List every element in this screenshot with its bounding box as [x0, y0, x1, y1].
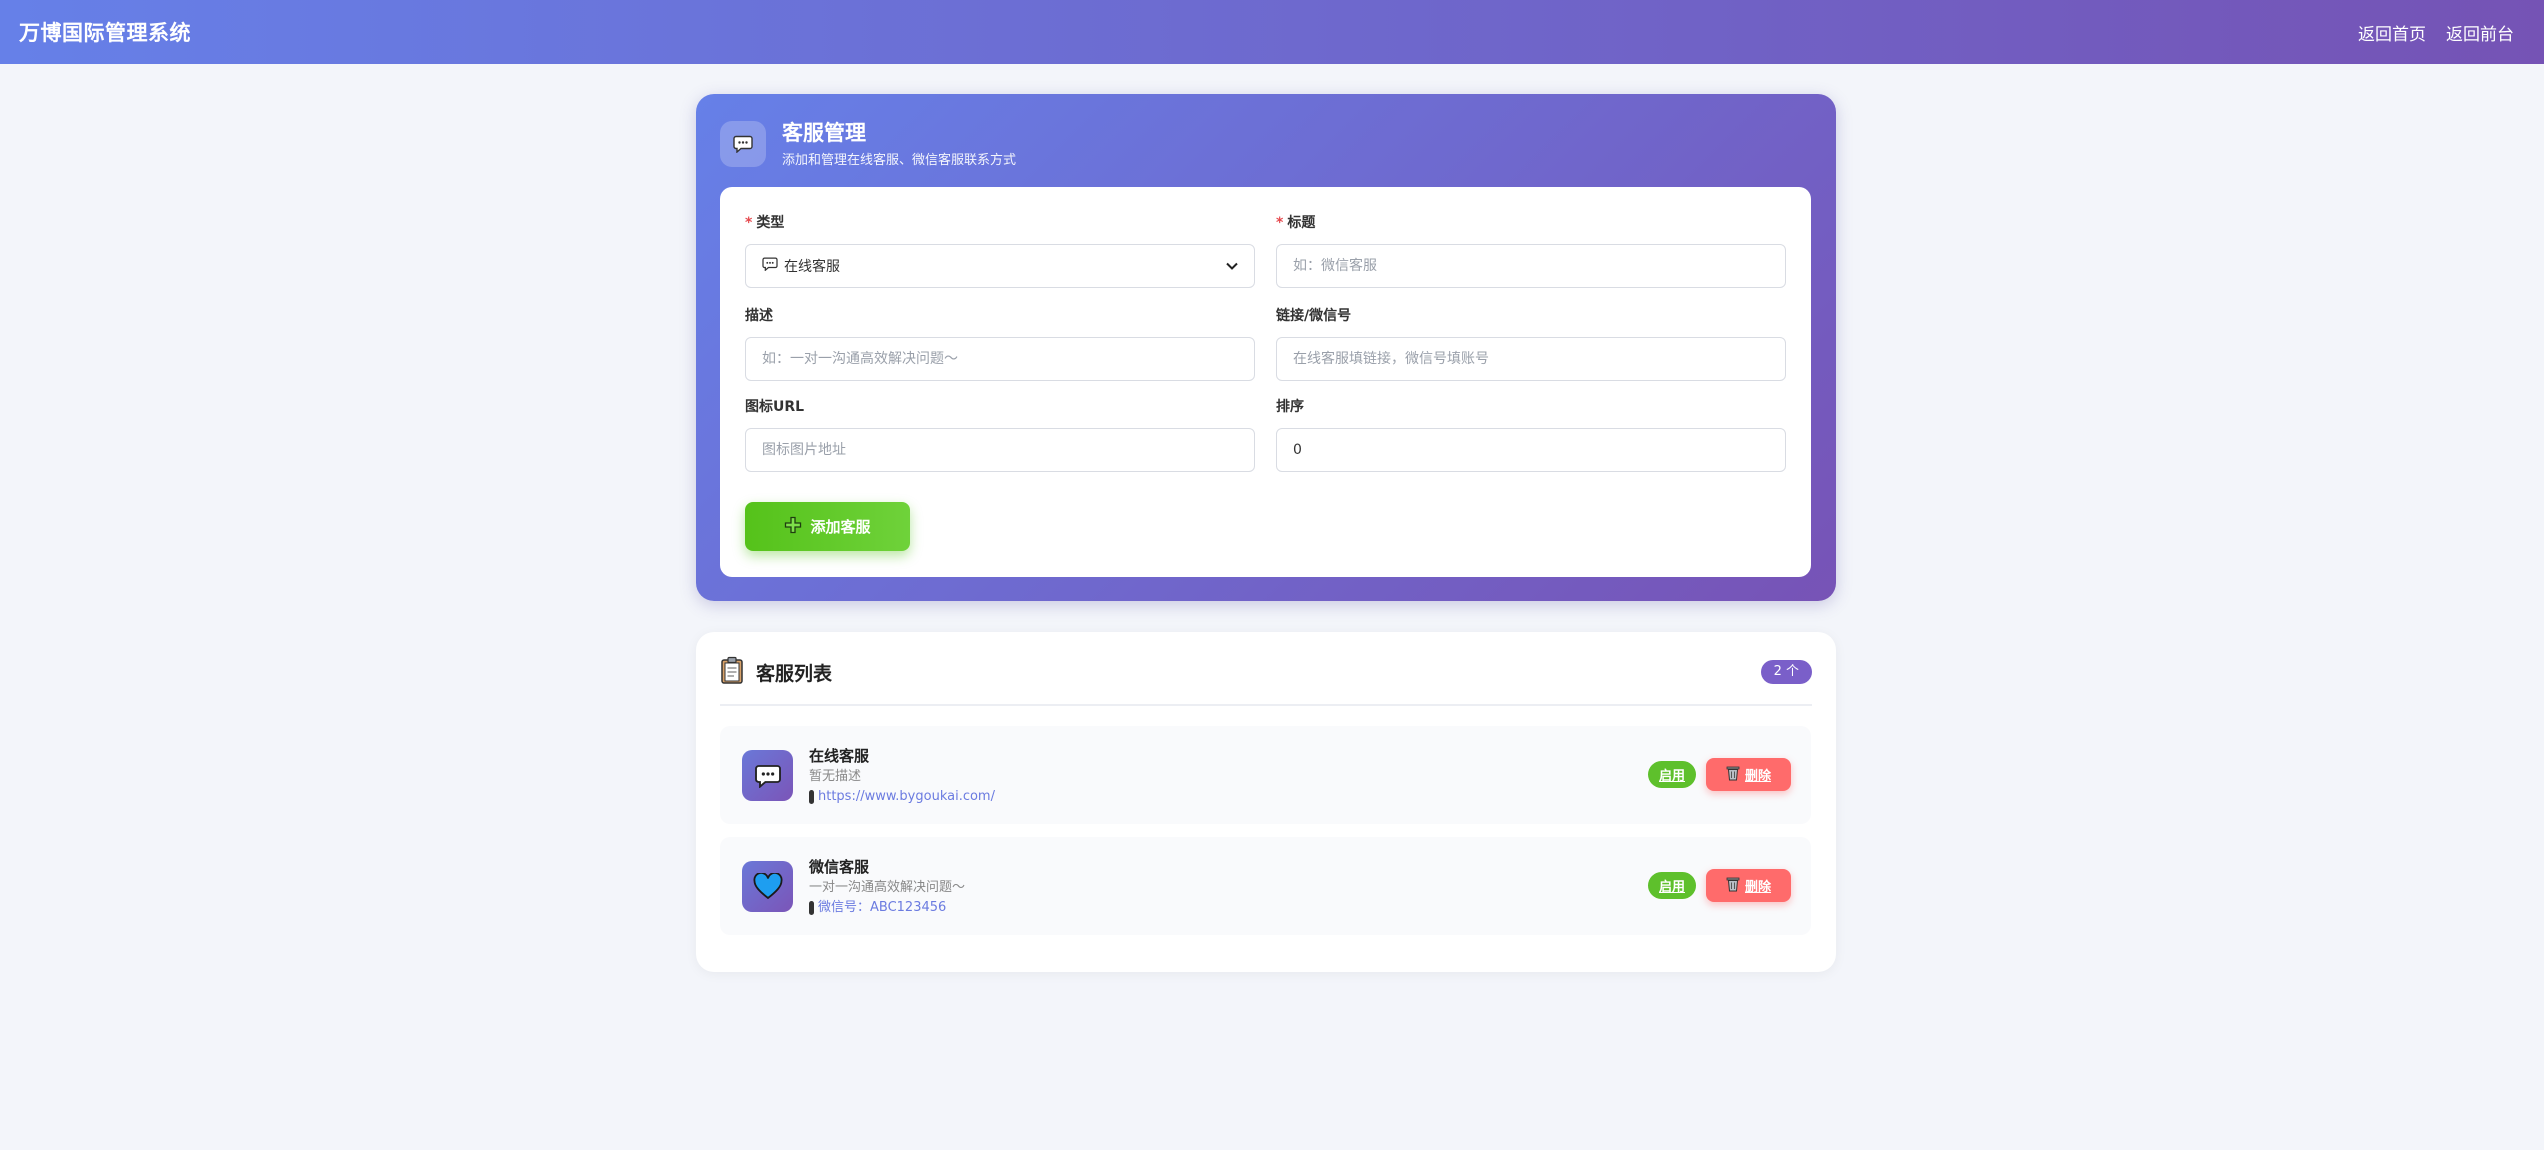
panel-title: 客服管理	[782, 121, 866, 145]
top-nav: 返回首页 返回前台	[2358, 20, 2514, 45]
form-card: * 类型 在线客服 * 标题 如：微信客服 描述 如：一对一沟通高效解决问题～ …	[720, 187, 1811, 577]
description-field: 描述	[745, 307, 1255, 381]
item-link[interactable]: 微信号：ABC123456	[809, 900, 965, 916]
speech-bubble-icon	[720, 120, 766, 167]
delete-button[interactable]: 删除	[1706, 869, 1791, 902]
type-label: 类型	[756, 215, 785, 231]
item-title: 微信客服	[809, 858, 870, 876]
icon-url-field: 图标URL	[745, 398, 1255, 472]
panel-header: 客服管理 添加和管理在线客服、微信客服联系方式	[720, 119, 1016, 168]
type-select[interactable]: 在线客服	[745, 244, 1255, 288]
item-link[interactable]: https://www.bygoukai.com/	[809, 789, 995, 805]
back-home-link[interactable]: 返回首页	[2358, 20, 2426, 45]
icon-url-label: 图标URL	[745, 399, 805, 415]
clipboard-icon	[720, 656, 744, 688]
trash-icon	[1726, 765, 1740, 785]
title-label: 标题	[1287, 215, 1316, 231]
plus-icon	[784, 516, 802, 538]
top-bar: 万博国际管理系统 返回首页 返回前台	[0, 0, 2544, 64]
required-marker: *	[745, 215, 753, 231]
icon-url-input[interactable]	[745, 428, 1255, 472]
required-marker: *	[1276, 215, 1284, 231]
sort-input[interactable]	[1276, 428, 1786, 472]
pin-icon	[809, 901, 814, 915]
list-title: 客服列表	[756, 662, 833, 685]
speech-bubble-icon	[762, 257, 778, 275]
enable-button[interactable]: 启用	[1647, 761, 1696, 788]
type-field: * 类型 在线客服	[745, 214, 1255, 288]
link-field: 链接/微信号	[1276, 307, 1786, 381]
service-form-panel: 客服管理 添加和管理在线客服、微信客服联系方式 * 类型 在线客服 * 标题 如…	[696, 94, 1836, 601]
service-list-panel: 客服列表 2 个 在线客服 暂无描述 https://www.bygoukai.…	[696, 632, 1836, 972]
back-frontend-link[interactable]: 返回前台	[2446, 20, 2514, 45]
description-label: 描述	[745, 308, 773, 324]
title-input[interactable]	[1276, 244, 1786, 288]
speech-bubble-icon	[742, 750, 793, 801]
list-item: 在线客服 暂无描述 https://www.bygoukai.com/ 启用 删	[720, 726, 1811, 824]
list-divider	[720, 704, 1812, 706]
list-header: 客服列表 2 个	[720, 656, 1812, 688]
description-input[interactable]	[745, 337, 1255, 381]
link-input[interactable]	[1276, 337, 1786, 381]
sort-label: 排序	[1276, 399, 1304, 415]
list-item: 微信客服 一对一沟通高效解决问题～ 微信号：ABC123456 启用 删除	[720, 837, 1811, 935]
link-label: 链接/微信号	[1276, 308, 1352, 324]
chevron-down-icon	[1226, 258, 1238, 274]
item-description: 一对一沟通高效解决问题～	[809, 880, 966, 895]
sort-field: 排序	[1276, 398, 1786, 472]
pin-icon	[809, 790, 814, 804]
delete-button[interactable]: 删除	[1706, 758, 1791, 791]
item-description: 暂无描述	[809, 769, 862, 784]
title-field: * 标题	[1276, 214, 1786, 288]
panel-subtitle: 添加和管理在线客服、微信客服联系方式	[782, 153, 1017, 168]
brand-title: 万博国际管理系统	[19, 21, 191, 45]
type-select-value: 在线客服	[784, 259, 840, 275]
count-badge: 2 个	[1760, 660, 1812, 684]
item-title: 在线客服	[809, 747, 870, 765]
heart-icon	[742, 861, 793, 912]
enable-button[interactable]: 启用	[1647, 872, 1696, 899]
add-service-label: 添加客服	[810, 518, 871, 536]
trash-icon	[1726, 876, 1740, 896]
add-service-button[interactable]: 添加客服	[745, 502, 910, 551]
